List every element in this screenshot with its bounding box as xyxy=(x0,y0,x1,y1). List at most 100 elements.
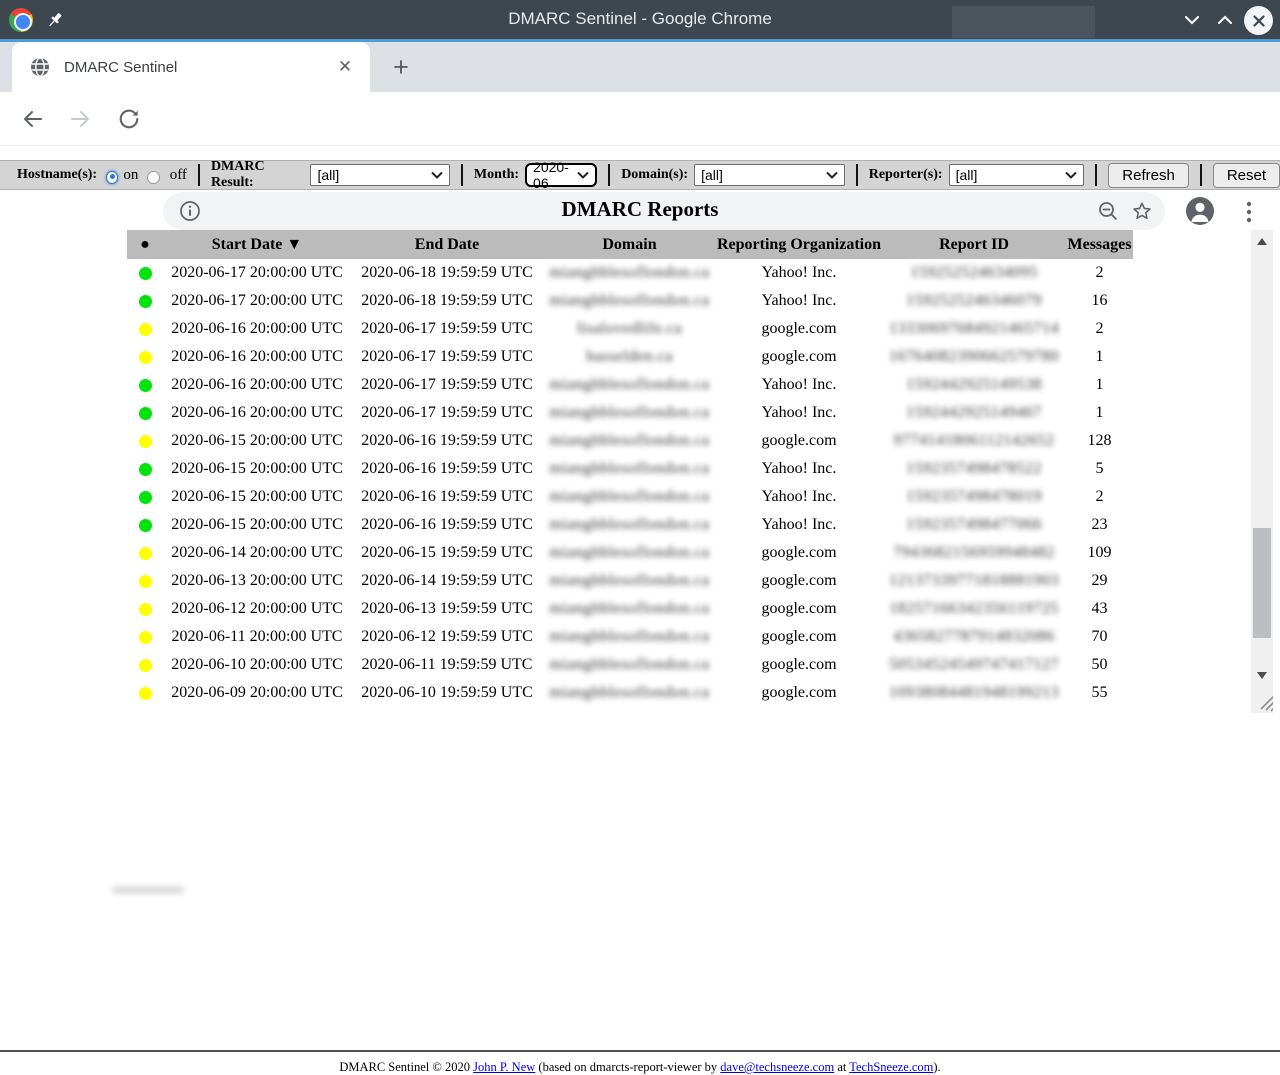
status-cell xyxy=(127,259,163,287)
new-tab-button[interactable]: + xyxy=(384,52,418,82)
status-cell xyxy=(127,427,163,455)
hostname-off-radio[interactable] xyxy=(147,171,159,184)
scrollbar-thumb[interactable] xyxy=(1253,528,1271,638)
status-cell xyxy=(127,399,163,427)
scrollbar-track[interactable] xyxy=(1251,230,1273,687)
table-row[interactable]: 2020-06-16 20:00:00 UTC2020-06-17 19:59:… xyxy=(127,343,1133,371)
status-cell xyxy=(127,483,163,511)
column-messages[interactable]: Messages xyxy=(1066,230,1133,259)
domain-redacted: mianghblesoflondon.ca xyxy=(549,572,709,589)
dmarc-result-label: DMARC Result: xyxy=(211,159,305,191)
window-close-button[interactable] xyxy=(1244,6,1273,35)
table-row[interactable]: 2020-06-15 20:00:00 UTC2020-06-16 19:59:… xyxy=(127,483,1133,511)
table-row[interactable]: 2020-06-10 20:00:00 UTC2020-06-11 19:59:… xyxy=(127,651,1133,679)
refresh-button[interactable]: Refresh xyxy=(1108,163,1189,188)
dmarc-result-select[interactable]: [all] xyxy=(310,164,449,186)
globe-favicon-icon xyxy=(30,57,50,77)
table-row[interactable]: 2020-06-17 20:00:00 UTC2020-06-18 19:59:… xyxy=(127,287,1133,315)
report-id-cell: 1592357498477066 xyxy=(882,511,1066,539)
report-id-redacted: 9774141806112142652 xyxy=(894,432,1055,449)
pin-icon[interactable] xyxy=(46,11,64,29)
tab-close-icon[interactable]: ✕ xyxy=(334,56,356,78)
window-maximize-button[interactable] xyxy=(1211,8,1239,32)
table-row[interactable]: 2020-06-09 20:00:00 UTC2020-06-10 19:59:… xyxy=(127,679,1133,707)
messages-cell: 5 xyxy=(1066,455,1133,483)
org-cell: google.com xyxy=(716,539,882,567)
domain-cell: mianghblesoflondon.ca xyxy=(543,287,716,315)
footer-link-techsneeze[interactable]: TechSneeze.com xyxy=(849,1060,933,1074)
reset-button[interactable]: Reset xyxy=(1213,163,1280,188)
messages-cell: 1 xyxy=(1066,371,1133,399)
table-row[interactable]: 2020-06-15 20:00:00 UTC2020-06-16 19:59:… xyxy=(127,511,1133,539)
column-reporting-organization[interactable]: Reporting Organization xyxy=(716,230,882,259)
table-row[interactable]: 2020-06-13 20:00:00 UTC2020-06-14 19:59:… xyxy=(127,567,1133,595)
domain-select[interactable]: [all] xyxy=(694,164,845,186)
back-button[interactable] xyxy=(13,99,53,139)
divider xyxy=(198,164,200,186)
table-row[interactable]: 2020-06-12 20:00:00 UTC2020-06-13 19:59:… xyxy=(127,595,1133,623)
domain-cell: mianghblesoflondon.ca xyxy=(543,595,716,623)
chrome-logo-icon xyxy=(9,8,33,32)
column-domain[interactable]: Domain xyxy=(543,230,716,259)
table-row[interactable]: 2020-06-17 20:00:00 UTC2020-06-18 19:59:… xyxy=(127,259,1133,287)
domain-redacted: mianghblesoflondon.ca xyxy=(549,516,709,533)
scrollbar-up-arrow[interactable] xyxy=(1257,238,1267,245)
report-id-cell: 1592525246346079 xyxy=(882,287,1066,315)
report-id-cell: 159252524634095 xyxy=(882,259,1066,287)
end-date-cell: 2020-06-11 19:59:59 UTC xyxy=(351,651,543,679)
messages-cell: 128 xyxy=(1066,427,1133,455)
status-cell xyxy=(127,567,163,595)
status-dot-green xyxy=(139,491,152,504)
messages-cell: 1 xyxy=(1066,399,1133,427)
table-row[interactable]: 2020-06-15 20:00:00 UTC2020-06-16 19:59:… xyxy=(127,427,1133,455)
column-report-id[interactable]: Report ID xyxy=(882,230,1066,259)
reload-button[interactable] xyxy=(109,99,149,139)
tab-dmarc-sentinel[interactable]: DMARC Sentinel ✕ xyxy=(12,42,370,92)
window-minimize-button[interactable] xyxy=(1178,8,1206,32)
blurred-artifact xyxy=(112,886,184,894)
table-row[interactable]: 2020-06-16 20:00:00 UTC2020-06-17 19:59:… xyxy=(127,399,1133,427)
end-date-cell: 2020-06-17 19:59:59 UTC xyxy=(351,399,543,427)
footer-credit: DMARC Sentinel © 2020 John P. New (based… xyxy=(0,1060,1280,1075)
hostname-on-label: on xyxy=(123,167,138,184)
end-date-cell: 2020-06-16 19:59:59 UTC xyxy=(351,511,543,539)
domain-cell: mianghblesoflondon.ca xyxy=(543,427,716,455)
domain-redacted: mianghblesoflondon.ca xyxy=(549,628,709,645)
reporter-select[interactable]: [all] xyxy=(949,164,1085,186)
report-id-cell: 9774141806112142652 xyxy=(882,427,1066,455)
status-dot-yellow xyxy=(139,435,152,448)
scrollbar-down-arrow[interactable] xyxy=(1257,672,1267,679)
table-row[interactable]: 2020-06-16 20:00:00 UTC2020-06-17 19:59:… xyxy=(127,315,1133,343)
table-row[interactable]: 2020-06-11 20:00:00 UTC2020-06-12 19:59:… xyxy=(127,623,1133,651)
month-select[interactable]: 2020-06 xyxy=(525,163,597,187)
messages-cell: 2 xyxy=(1066,483,1133,511)
footer-divider xyxy=(0,1050,1280,1052)
filter-bar: Hostname(s): on off DMARC Result: [all] … xyxy=(0,160,1280,190)
org-cell: Yahoo! Inc. xyxy=(716,399,882,427)
table-row[interactable]: 2020-06-16 20:00:00 UTC2020-06-17 19:59:… xyxy=(127,371,1133,399)
report-id-cell: 1592357498478019 xyxy=(882,483,1066,511)
status-cell xyxy=(127,371,163,399)
footer-text: at xyxy=(834,1060,849,1074)
column-status[interactable]: ● xyxy=(127,230,163,259)
status-dot-yellow xyxy=(139,687,152,700)
column-end-date[interactable]: End Date xyxy=(351,230,543,259)
resize-grip[interactable] xyxy=(1251,687,1273,713)
footer-link-author[interactable]: John P. New xyxy=(473,1060,535,1074)
hostname-on-radio[interactable] xyxy=(106,171,118,184)
start-date-cell: 2020-06-13 20:00:00 UTC xyxy=(163,567,351,595)
footer-link-email[interactable]: dave@techsneeze.com xyxy=(720,1060,834,1074)
titlebar-highlight xyxy=(952,6,1095,38)
forward-button[interactable] xyxy=(60,99,100,139)
domain-redacted: mianghblesoflondon.ca xyxy=(549,376,709,393)
hostname-label: Hostname(s): xyxy=(17,167,97,183)
table-row[interactable]: 2020-06-14 20:00:00 UTC2020-06-15 19:59:… xyxy=(127,539,1133,567)
domain-cell: mianghblesoflondon.ca xyxy=(543,511,716,539)
report-id-redacted: 18257166342356119725 xyxy=(889,600,1058,617)
column-start-date[interactable]: Start Date ▼ xyxy=(163,230,351,259)
domain-redacted: mianghblesoflondon.ca xyxy=(549,656,709,673)
org-cell: Yahoo! Inc. xyxy=(716,511,882,539)
start-date-cell: 2020-06-16 20:00:00 UTC xyxy=(163,315,351,343)
report-id-redacted: 1592442925149467 xyxy=(906,404,1042,421)
table-row[interactable]: 2020-06-15 20:00:00 UTC2020-06-16 19:59:… xyxy=(127,455,1133,483)
